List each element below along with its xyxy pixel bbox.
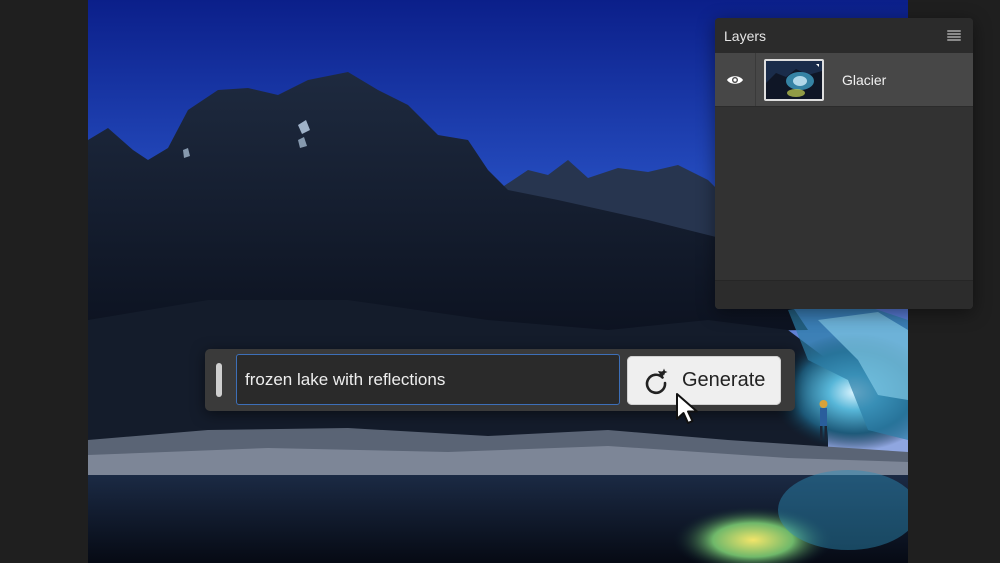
left-workspace-bg [0, 0, 88, 563]
hamburger-menu-icon[interactable] [947, 29, 961, 42]
layer-row-glacier[interactable]: Glacier [715, 53, 973, 107]
layer-thumbnail [764, 58, 824, 101]
layer-name: Glacier [842, 71, 887, 88]
generate-button[interactable]: Generate [627, 356, 781, 405]
generate-button-label: Generate [682, 369, 766, 391]
layers-panel-title: Layers [724, 27, 767, 44]
prompt-input[interactable]: frozen lake with reflections [236, 354, 620, 405]
layer-visibility-toggle[interactable] [715, 53, 756, 106]
layers-panel-header: Layers [715, 18, 973, 53]
generative-prompt-bar: frozen lake with reflections Generate [205, 349, 795, 411]
layers-panel: Layers Glacier [715, 18, 973, 309]
eye-icon [727, 75, 743, 84]
layers-panel-footer [715, 280, 973, 309]
prompt-bar-drag-handle[interactable] [216, 363, 222, 397]
regenerate-sparkle-icon [645, 368, 668, 394]
